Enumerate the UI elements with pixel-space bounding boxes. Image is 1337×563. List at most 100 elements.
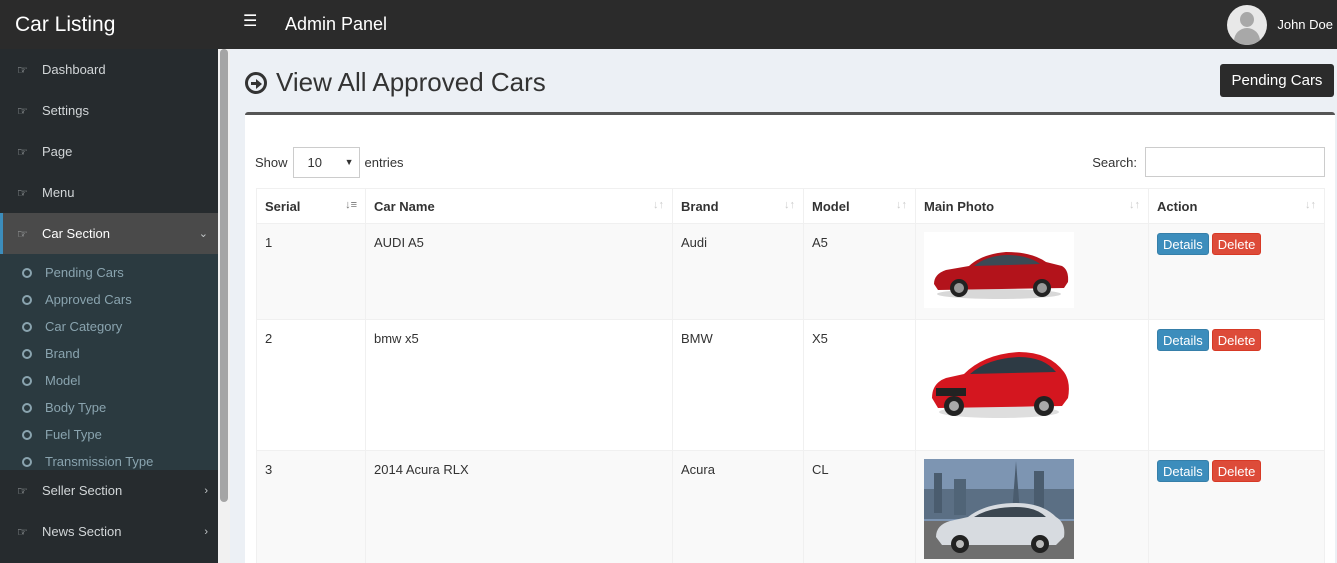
column-header-main-photo[interactable]: Main Photo ↓↑ [915, 188, 1149, 224]
sidebar-item-label: News Section [42, 524, 122, 539]
cell-photo [915, 450, 1149, 563]
car-photo [924, 328, 1074, 424]
chevron-right-icon: › [204, 484, 208, 497]
hand-point-icon: ☞ [17, 62, 28, 77]
sidebar-subitem-label: Car Category [45, 319, 123, 334]
sidebar-item-settings[interactable]: ☞ Settings [0, 90, 218, 131]
sidebar-item-seller-section[interactable]: ☞ Seller Section › [0, 470, 218, 511]
circle-icon [22, 321, 32, 332]
sort-icon: ↓↑ [896, 199, 907, 211]
page-size-control: Show 10 ▼ entries [255, 147, 404, 178]
column-header-serial[interactable]: Serial ↓≡ [256, 188, 366, 224]
circle-icon [22, 375, 32, 386]
circle-icon [22, 429, 32, 440]
sidebar-subitem-brand[interactable]: Brand [0, 340, 218, 367]
chevron-down-icon: ⌄ [198, 228, 208, 240]
page-size-select[interactable]: 10 [292, 147, 360, 178]
cell-brand: Audi [672, 223, 804, 320]
cell-serial: 2 [256, 319, 366, 451]
circle-icon [22, 348, 32, 359]
sidebar-scroll-thumb[interactable] [220, 49, 228, 502]
pending-cars-button[interactable]: Pending Cars [1220, 64, 1334, 97]
main-content: View All Approved Cars Pending Cars Show… [230, 49, 1337, 563]
cell-serial: 1 [256, 223, 366, 320]
sidebar-item-label: Dashboard [42, 62, 106, 77]
table-row: 1 AUDI A5 Audi A5 Details Delete [256, 223, 1325, 320]
delete-button[interactable]: Delete [1211, 233, 1262, 255]
circle-icon [22, 294, 32, 305]
cell-photo [915, 319, 1149, 451]
car-photo [924, 459, 1074, 559]
circle-icon [22, 267, 32, 278]
car-photo [924, 232, 1074, 308]
cell-actions: Details Delete [1148, 223, 1325, 320]
hand-point-icon: ☞ [17, 144, 28, 159]
avatar[interactable] [1227, 4, 1268, 45]
column-header-brand[interactable]: Brand ↓↑ [672, 188, 804, 224]
sidebar-item-label: Seller Section [42, 483, 123, 498]
user-menu[interactable]: John Doe [1227, 0, 1337, 49]
sidebar-subitem-car-category[interactable]: Car Category [0, 313, 218, 340]
sidebar-item-car-section[interactable]: ☞ Car Section ⌄ [0, 213, 218, 254]
cell-actions: Details Delete [1148, 319, 1325, 451]
column-header-model[interactable]: Model ↓↑ [803, 188, 916, 224]
details-button[interactable]: Details [1157, 329, 1209, 351]
sidebar-subitem-body-type[interactable]: Body Type [0, 394, 218, 421]
sidebar-item-label: Page [42, 144, 73, 159]
sidebar-item-label: Car Section [42, 226, 110, 241]
cell-model: X5 [803, 319, 916, 451]
sidebar-subitem-fuel-type[interactable]: Fuel Type [0, 421, 218, 448]
cell-photo [915, 223, 1149, 320]
cell-brand: Acura [672, 450, 804, 563]
sidebar-subitem-label: Pending Cars [45, 265, 124, 280]
user-name[interactable]: John Doe [1277, 17, 1333, 32]
delete-button[interactable]: Delete [1211, 329, 1262, 351]
details-button[interactable]: Details [1157, 233, 1209, 255]
cell-car-name: 2014 Acura RLX [365, 450, 673, 563]
sidebar-subitem-label: Approved Cars [45, 292, 132, 307]
details-button[interactable]: Details [1157, 460, 1209, 482]
sidebar-subitem-pending-cars[interactable]: Pending Cars [0, 259, 218, 286]
entries-label: entries [364, 155, 404, 170]
arrow-circle-right-icon [245, 71, 267, 94]
car-section-submenu: Pending Cars Approved Cars Car Category … [0, 254, 218, 470]
cell-car-name: AUDI A5 [365, 223, 673, 320]
sidebar: ☞ Dashboard ☞ Settings ☞ Page ☞ Menu ☞ C… [0, 49, 230, 563]
page-title-text: View All Approved Cars [276, 67, 546, 97]
sort-icon: ↓↑ [1129, 199, 1140, 211]
column-header-car-name[interactable]: Car Name ↓↑ [365, 188, 673, 224]
delete-button[interactable]: Delete [1211, 460, 1262, 482]
panel-title: Admin Panel [285, 14, 388, 34]
sidebar-item-page[interactable]: ☞ Page [0, 131, 218, 172]
cell-model: CL [803, 450, 916, 563]
sidebar-subitem-label: Transmission Type [45, 454, 154, 469]
brand-logo[interactable]: Car Listing [0, 0, 230, 49]
menu-toggle-icon[interactable]: ☰ [243, 12, 257, 32]
sidebar-subitem-label: Fuel Type [45, 427, 102, 442]
circle-icon [22, 456, 32, 467]
cell-car-name: bmw x5 [365, 319, 673, 451]
top-navbar: Car Listing ☰ Admin Panel John Doe [0, 0, 1337, 49]
hand-point-icon: ☞ [17, 483, 28, 498]
table-row: 3 2014 Acura RLX Acura CL Details Delete [256, 450, 1325, 563]
cell-actions: Details Delete [1148, 450, 1325, 563]
sidebar-item-label: Settings [42, 103, 89, 118]
hand-point-icon: ☞ [17, 185, 28, 200]
sidebar-item-label: Menu [42, 185, 75, 200]
sidebar-item-news-section[interactable]: ☞ News Section › [0, 511, 218, 552]
sidebar-subitem-model[interactable]: Model [0, 367, 218, 394]
column-header-action[interactable]: Action ↓↑ [1148, 188, 1325, 224]
sidebar-item-menu[interactable]: ☞ Menu [0, 172, 218, 213]
sidebar-item-dashboard[interactable]: ☞ Dashboard [0, 49, 218, 90]
cell-serial: 3 [256, 450, 366, 563]
cell-brand: BMW [672, 319, 804, 451]
table-row: 2 bmw x5 BMW X5 Details Delete [256, 319, 1325, 451]
circle-icon [22, 402, 32, 413]
sidebar-subitem-label: Brand [45, 346, 80, 361]
search-input[interactable] [1145, 147, 1325, 177]
hand-point-icon: ☞ [17, 103, 28, 118]
sidebar-subitem-label: Body Type [45, 400, 107, 415]
data-table-box: Show 10 ▼ entries Search: Serial ↓≡ Car N… [245, 112, 1335, 563]
show-label: Show [255, 155, 288, 170]
sidebar-subitem-approved-cars[interactable]: Approved Cars [0, 286, 218, 313]
